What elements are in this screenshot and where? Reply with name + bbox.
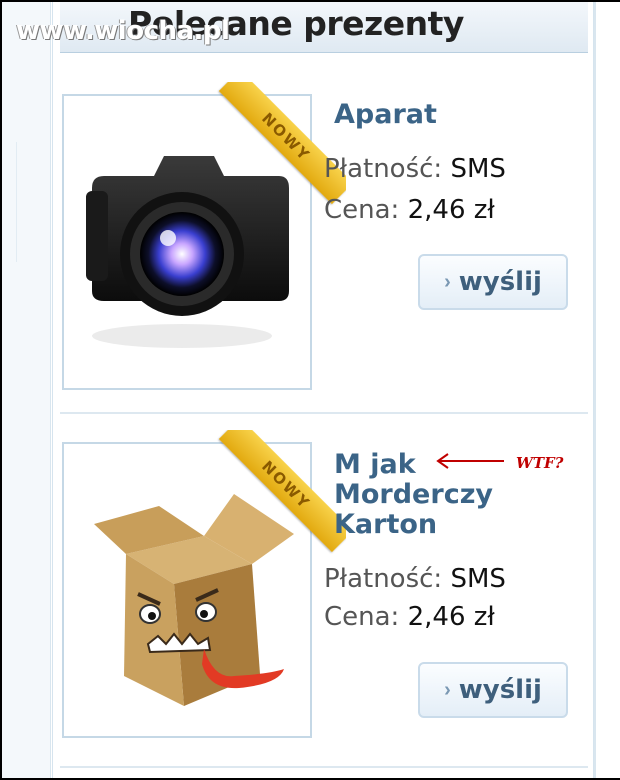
payment-value: SMS <box>450 564 506 594</box>
product-divider <box>60 412 588 414</box>
price-label: Cena: <box>324 602 400 632</box>
right-sidebar-strip <box>594 2 620 778</box>
arrow-left-icon <box>436 453 504 469</box>
price-info: Cena: 2,46 zł <box>324 602 495 632</box>
price-value: 2,46 zł <box>407 195 495 225</box>
price-value: 2,46 zł <box>407 602 495 632</box>
payment-value: SMS <box>450 154 506 184</box>
send-button-label: wyślij <box>458 267 542 297</box>
payment-info: Płatność: SMS <box>324 564 506 594</box>
new-badge-label: NOWY <box>258 457 314 513</box>
new-badge: NOWY <box>216 82 346 212</box>
price-label: Cena: <box>324 195 400 225</box>
page-frame: Polecane prezenty NOWY Aparat Płatność: … <box>0 0 620 780</box>
product-name-line: Karton <box>334 509 438 540</box>
product-divider <box>60 766 588 768</box>
new-badge: NOWY <box>216 430 346 560</box>
payment-info: Płatność: SMS <box>324 154 506 184</box>
payment-label: Płatność: <box>324 154 443 184</box>
chevron-right-icon: › <box>444 678 451 701</box>
chevron-right-icon: › <box>444 270 451 293</box>
send-button-label: wyślij <box>458 675 542 705</box>
product-name-line: Morderczy <box>334 479 494 510</box>
send-button[interactable]: › wyślij <box>418 254 568 310</box>
payment-label: Płatność: <box>324 564 443 594</box>
left-sidebar-strip <box>2 2 51 778</box>
send-button[interactable]: › wyślij <box>418 662 568 718</box>
wtf-annotation: WTF? <box>516 454 564 472</box>
new-badge-label: NOWY <box>258 109 314 165</box>
site-watermark: www.wiocha.pl <box>16 16 230 46</box>
product-name[interactable]: Aparat <box>334 100 437 130</box>
price-info: Cena: 2,46 zł <box>324 195 495 225</box>
